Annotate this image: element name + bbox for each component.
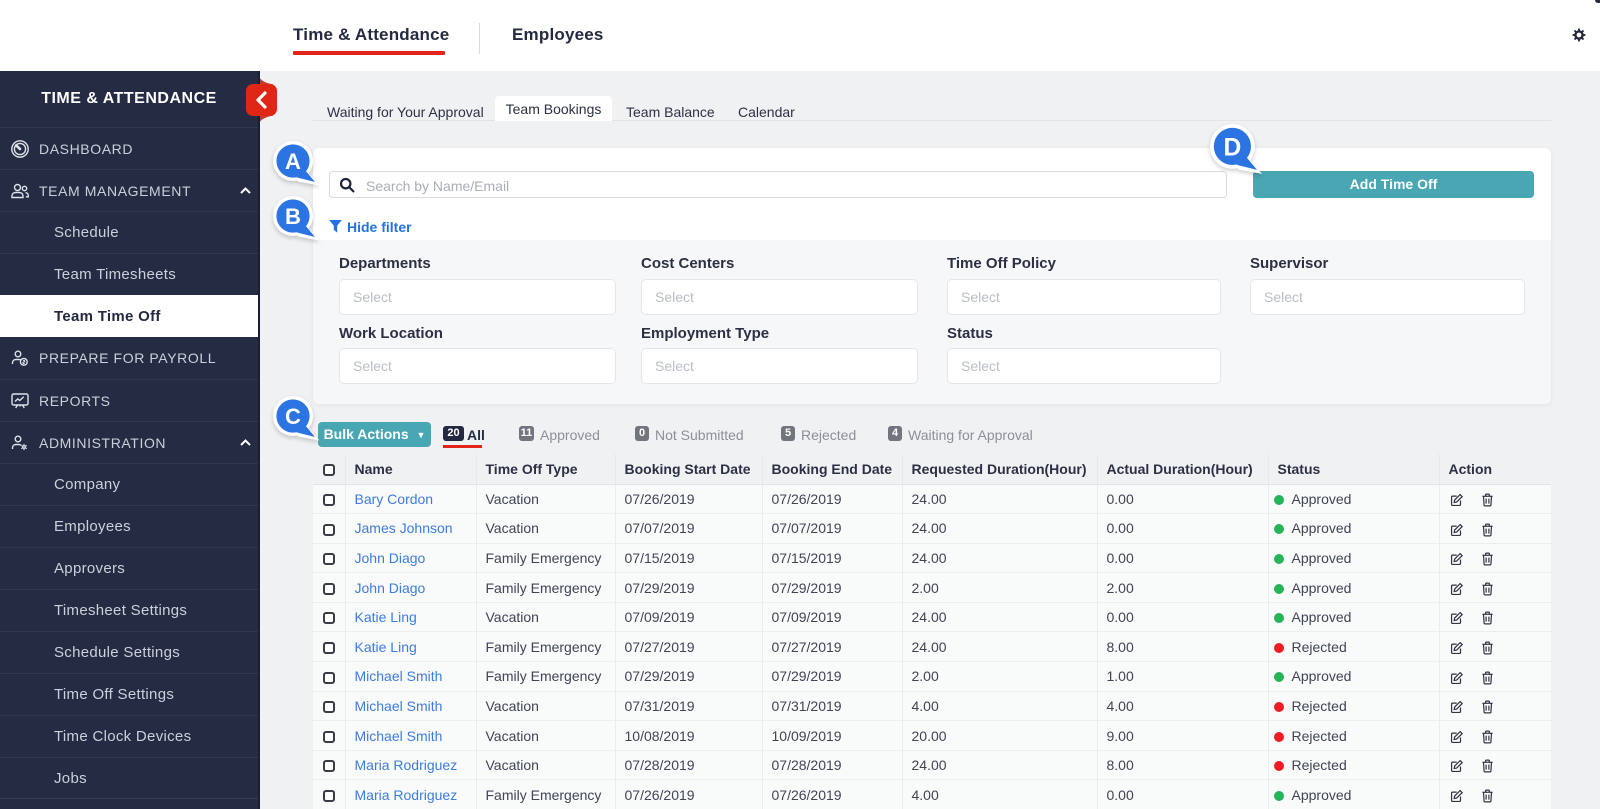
svg-text:B: B — [285, 204, 301, 229]
svg-text:C: C — [285, 404, 301, 429]
svg-text:A: A — [285, 149, 301, 174]
svg-text:D: D — [1224, 134, 1242, 161]
